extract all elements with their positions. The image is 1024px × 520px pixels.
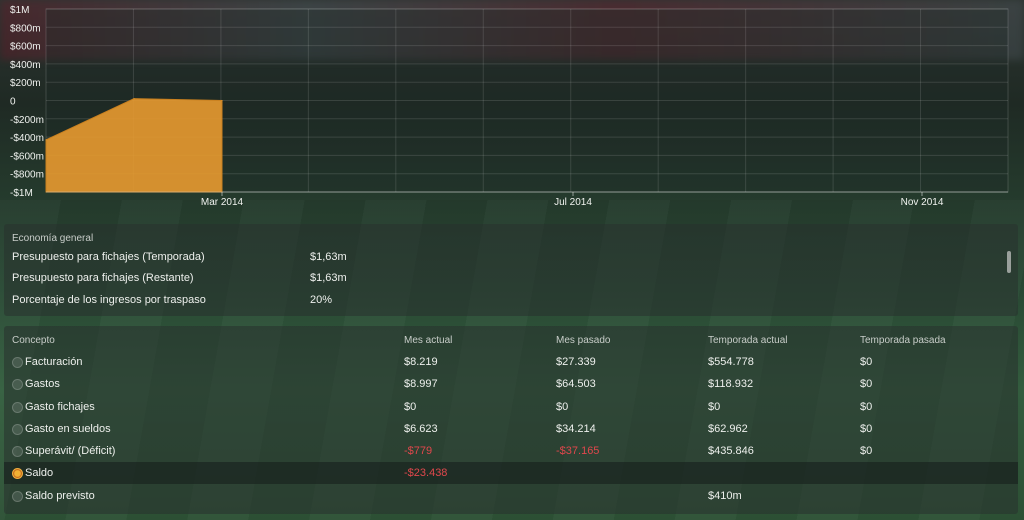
cell-last-season: $0 bbox=[860, 423, 873, 435]
y-tick-label: 0 bbox=[10, 97, 16, 108]
row-label: Saldo previsto bbox=[25, 490, 95, 502]
cell-last-season: $0 bbox=[860, 401, 873, 413]
general-economy-title: Economía general bbox=[12, 233, 94, 244]
row-label: Gastos bbox=[25, 378, 60, 390]
economy-row-label: Presupuesto para fichajes (Temporada) bbox=[12, 251, 205, 263]
data-point bbox=[45, 139, 47, 141]
table-row[interactable]: Saldo previsto $410m bbox=[4, 485, 1018, 507]
header-concept[interactable]: Concepto bbox=[12, 335, 55, 346]
cell-last-season: $0 bbox=[860, 445, 873, 457]
general-economy-panel: Economía general Presupuesto para fichaj… bbox=[4, 224, 1018, 316]
y-tick-label: -$800m bbox=[10, 170, 44, 181]
cell-current-month: $8.997 bbox=[404, 378, 438, 390]
cell-current-season: $554.778 bbox=[708, 356, 754, 368]
cell-current-season: $435.846 bbox=[708, 445, 754, 457]
row-bullet-icon bbox=[12, 491, 23, 502]
y-tick-label: $1M bbox=[10, 5, 29, 16]
row-bullet-icon bbox=[12, 357, 23, 368]
table-row[interactable]: Saldo -$23.438 bbox=[4, 462, 1018, 484]
economy-row-label: Presupuesto para fichajes (Restante) bbox=[12, 272, 194, 284]
economy-row: Porcentaje de los ingresos por traspaso … bbox=[4, 290, 1004, 311]
x-tick-label: Mar 2014 bbox=[201, 197, 244, 208]
data-point bbox=[221, 100, 223, 101]
y-tick-label: -$400m bbox=[10, 133, 44, 144]
cell-current-month: $8.219 bbox=[404, 356, 438, 368]
balance-chart: $1M $800m $600m $400m $200m 0 -$200m -$400m -$60… bbox=[0, 0, 1024, 215]
balance-chart-svg: $1M $800m $600m $400m $200m 0 -$200m -$400m -$60… bbox=[10, 5, 1009, 208]
y-tick-label: -$200m bbox=[10, 115, 44, 126]
y-tick-label: $600m bbox=[10, 42, 41, 53]
economy-row-label: Porcentaje de los ingresos por traspaso bbox=[12, 294, 206, 306]
header-last-season[interactable]: Temporada pasada bbox=[860, 335, 946, 346]
data-point bbox=[133, 98, 135, 100]
cell-last-month: -$37.165 bbox=[556, 445, 600, 457]
row-label: Saldo bbox=[25, 467, 54, 479]
table-row[interactable]: Gasto fichajes $0 $0 $0 $0 bbox=[4, 396, 1018, 418]
cell-current-month: -$779 bbox=[404, 445, 433, 457]
economy-row: Presupuesto para fichajes (Temporada) $1… bbox=[4, 247, 1004, 268]
economy-row: Presupuesto para fichajes (Restante) $1,… bbox=[4, 268, 1004, 289]
row-bullet-icon bbox=[12, 446, 23, 457]
y-tick-label: -$600m bbox=[10, 151, 44, 162]
cell-last-month: $64.503 bbox=[556, 378, 596, 390]
x-tick-label: Jul 2014 bbox=[554, 197, 592, 208]
y-tick-label: $400m bbox=[10, 60, 41, 71]
table-row[interactable]: Superávit/ (Déficit) -$779 -$37.165 $435.84… bbox=[4, 440, 1018, 462]
table-row[interactable]: Gasto en sueldos $6.623 $34.214 $62.962 $0 bbox=[4, 418, 1018, 440]
y-tick-label: $200m bbox=[10, 78, 41, 89]
cell-current-month: -$23.438 bbox=[404, 467, 448, 479]
cell-current-season: $410m bbox=[708, 490, 742, 502]
active-row-icon bbox=[12, 468, 23, 479]
row-bullet-icon bbox=[12, 402, 23, 413]
cell-current-month: $6.623 bbox=[404, 423, 438, 435]
header-current-month[interactable]: Mes actual bbox=[404, 335, 452, 346]
row-label: Gasto fichajes bbox=[25, 401, 95, 413]
cell-current-season: $118.932 bbox=[708, 378, 754, 390]
row-label: Gasto en sueldos bbox=[25, 423, 111, 435]
row-bullet-icon bbox=[12, 379, 23, 390]
cell-current-month: $0 bbox=[404, 401, 417, 413]
header-current-season[interactable]: Temporada actual bbox=[708, 335, 788, 346]
economy-row-value: $1,63m bbox=[310, 272, 347, 284]
table-row[interactable]: Facturación $8.219 $27.339 $554.778 $0 bbox=[4, 351, 1018, 373]
header-last-month[interactable]: Mes pasado bbox=[556, 335, 610, 346]
table-row[interactable]: Gastos $8.997 $64.503 $118.932 $0 bbox=[4, 373, 1018, 395]
cell-current-season: $0 bbox=[708, 401, 721, 413]
cell-current-season: $62.962 bbox=[708, 423, 748, 435]
economy-row-value: 20% bbox=[310, 294, 333, 306]
cell-last-month: $0 bbox=[556, 401, 569, 413]
row-bullet-icon bbox=[12, 424, 23, 435]
cell-last-season: $0 bbox=[860, 356, 873, 368]
y-tick-label: -$1M bbox=[10, 188, 33, 199]
economy-row-value: $1,63m bbox=[310, 251, 347, 263]
cell-last-season: $0 bbox=[860, 378, 873, 390]
cell-last-month: $27.339 bbox=[556, 356, 596, 368]
x-tick-label: Nov 2014 bbox=[901, 197, 944, 208]
economy-scrollbar[interactable] bbox=[1007, 251, 1011, 273]
row-label: Facturación bbox=[25, 356, 83, 368]
row-label: Superávit/ (Déficit) bbox=[25, 445, 116, 457]
finance-table: Concepto Mes actual Mes pasado Temporada… bbox=[4, 326, 1018, 514]
y-tick-label: $800m bbox=[10, 23, 41, 34]
cell-last-month: $34.214 bbox=[556, 423, 596, 435]
